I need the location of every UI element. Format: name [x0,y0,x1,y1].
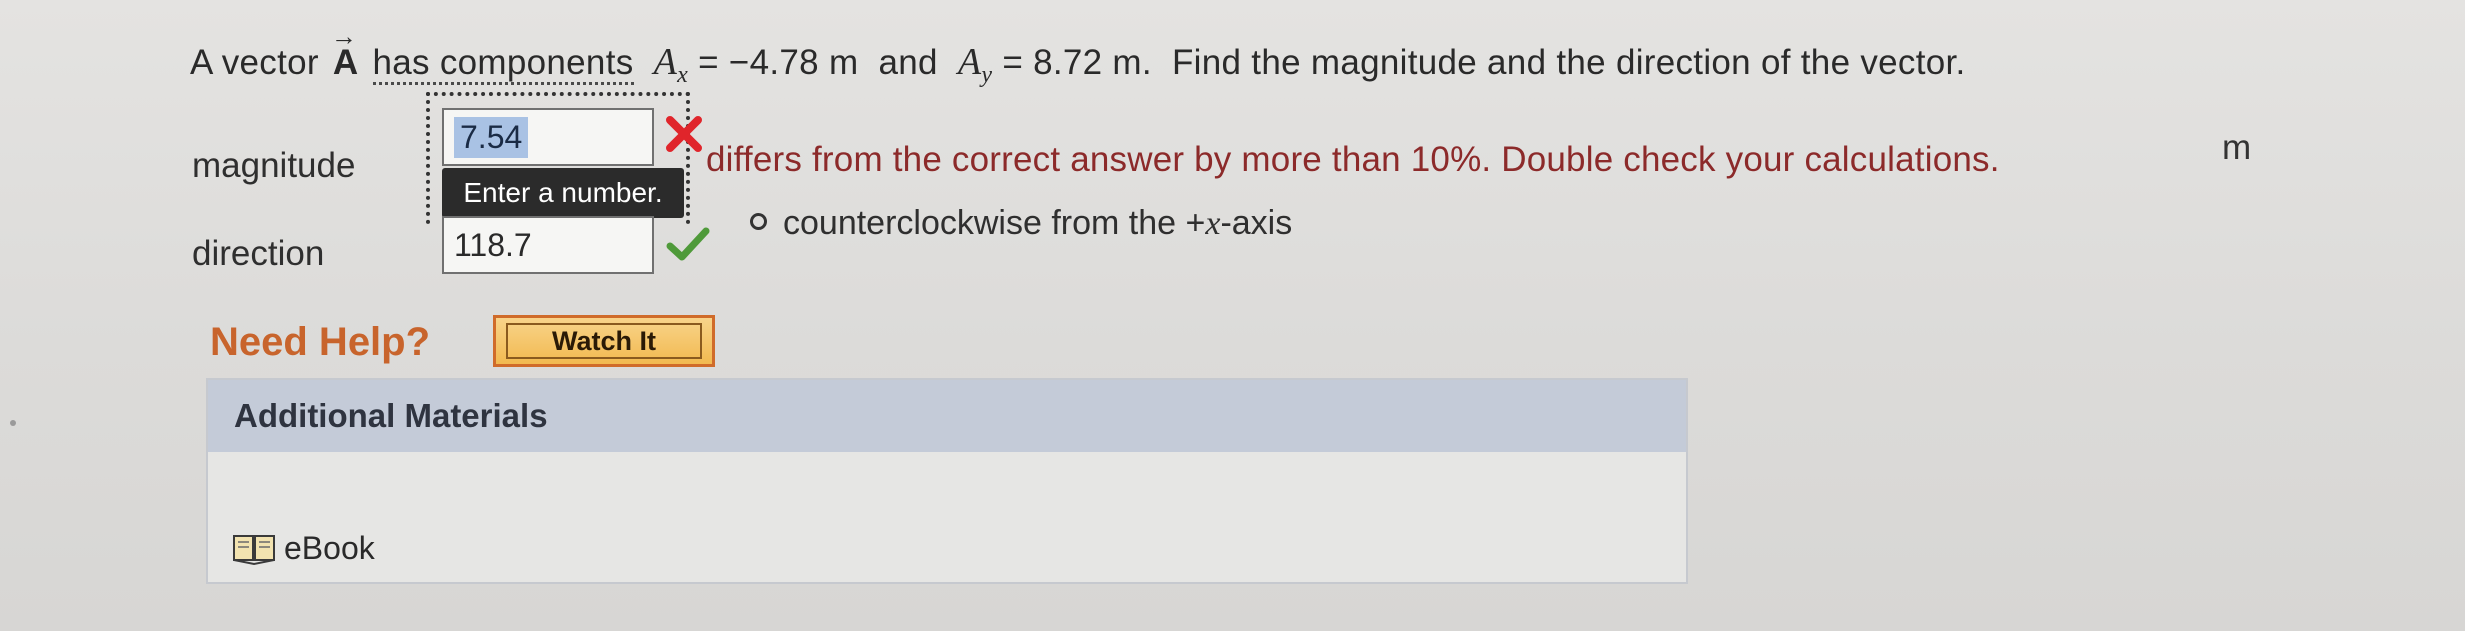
question-text: A vector → A has components Ax = −4.78 m … [190,21,1966,89]
degree-icon [750,212,767,230]
magnitude-value: 7.54 [454,116,529,158]
ay-sub: y [981,62,993,88]
additional-materials-panel: Additional Materials eBook [206,378,1688,584]
direction-value: 118.7 [454,226,532,263]
vector-symbol: → A [330,21,359,82]
materials-header: Additional Materials [208,380,1686,452]
ebook-label: eBook [284,530,375,566]
vector-arrow: → [330,21,358,51]
question-suffix: Find the magnitude and the direction of … [1171,43,1966,82]
and-text: and [878,43,938,82]
axis-suffix: -axis [1220,204,1293,242]
question-prefix: A vector [190,43,319,82]
axis-sign: + [1185,204,1206,242]
feedback-message: differs from the correct answer by more … [706,140,2000,179]
magnitude-label: magnitude [192,146,356,185]
axis-var: x [1205,205,1221,242]
ebook-link[interactable]: eBook [232,530,375,567]
ay-value: = 8.72 m. [1002,43,1152,82]
magnitude-unit: m [2222,128,2252,167]
ay-symbol: A [957,41,982,83]
ax-value: = −4.78 m [698,43,859,82]
magnitude-input[interactable]: 7.54 [442,108,654,166]
x-icon [666,116,702,152]
ax-symbol: A [653,41,678,83]
ax-sub: x [677,62,689,88]
check-icon [666,227,710,261]
direction-input[interactable]: 118.7 [442,216,654,274]
watch-it-button[interactable]: Watch It [493,315,715,367]
has-components-link[interactable]: has components [372,43,634,85]
watch-it-label: Watch It [506,323,702,359]
page-dot [10,420,16,426]
need-help-title: Need Help? [210,320,431,364]
book-icon [233,534,275,565]
input-tooltip: Enter a number. [442,168,684,218]
direction-label: direction [192,234,325,273]
direction-unit-text: counterclockwise from the +x-axis [750,204,1292,243]
